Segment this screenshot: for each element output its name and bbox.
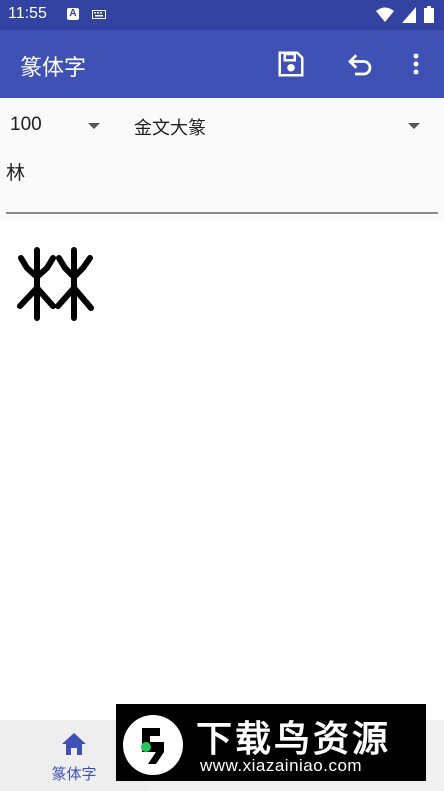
app-title: 篆体字	[20, 56, 87, 81]
font-style-dropdown[interactable]: 金文大篆	[134, 114, 424, 139]
status-icons	[376, 6, 434, 23]
more-vert-icon	[413, 53, 419, 75]
keyboard-icon	[92, 10, 106, 19]
home-icon	[62, 733, 86, 755]
text-input[interactable]: 林	[6, 154, 438, 214]
status-time: 11:55	[8, 5, 47, 22]
notification-a-icon: A	[67, 8, 79, 20]
text-input-value: 林	[6, 162, 26, 184]
app-bar: 篆体字	[0, 30, 444, 98]
save-button[interactable]	[273, 46, 309, 82]
font-style-value: 金文大篆	[134, 118, 206, 139]
ad-url: www.xiazainiao.com	[200, 756, 363, 775]
battery-icon	[424, 6, 434, 23]
font-size-dropdown[interactable]: 100	[10, 114, 102, 138]
undo-icon	[348, 54, 372, 76]
status-bar: 11:55 A	[0, 0, 444, 30]
font-size-value: 100	[10, 114, 42, 135]
signal-icon	[402, 6, 416, 23]
more-options-button[interactable]	[398, 46, 434, 82]
chevron-down-icon	[408, 123, 420, 129]
seal-script-glyph	[17, 247, 94, 321]
chevron-down-icon	[88, 123, 100, 129]
undo-button[interactable]	[342, 46, 378, 82]
wifi-icon	[376, 7, 394, 22]
options-panel: 100 金文大篆 林	[0, 98, 444, 220]
ad-banner[interactable]: 下载鸟资源 www.xiazainiao.com	[116, 704, 426, 781]
ad-title: 下载鸟资源	[196, 719, 392, 760]
bird-logo-icon	[123, 715, 183, 775]
save-icon	[278, 51, 304, 77]
